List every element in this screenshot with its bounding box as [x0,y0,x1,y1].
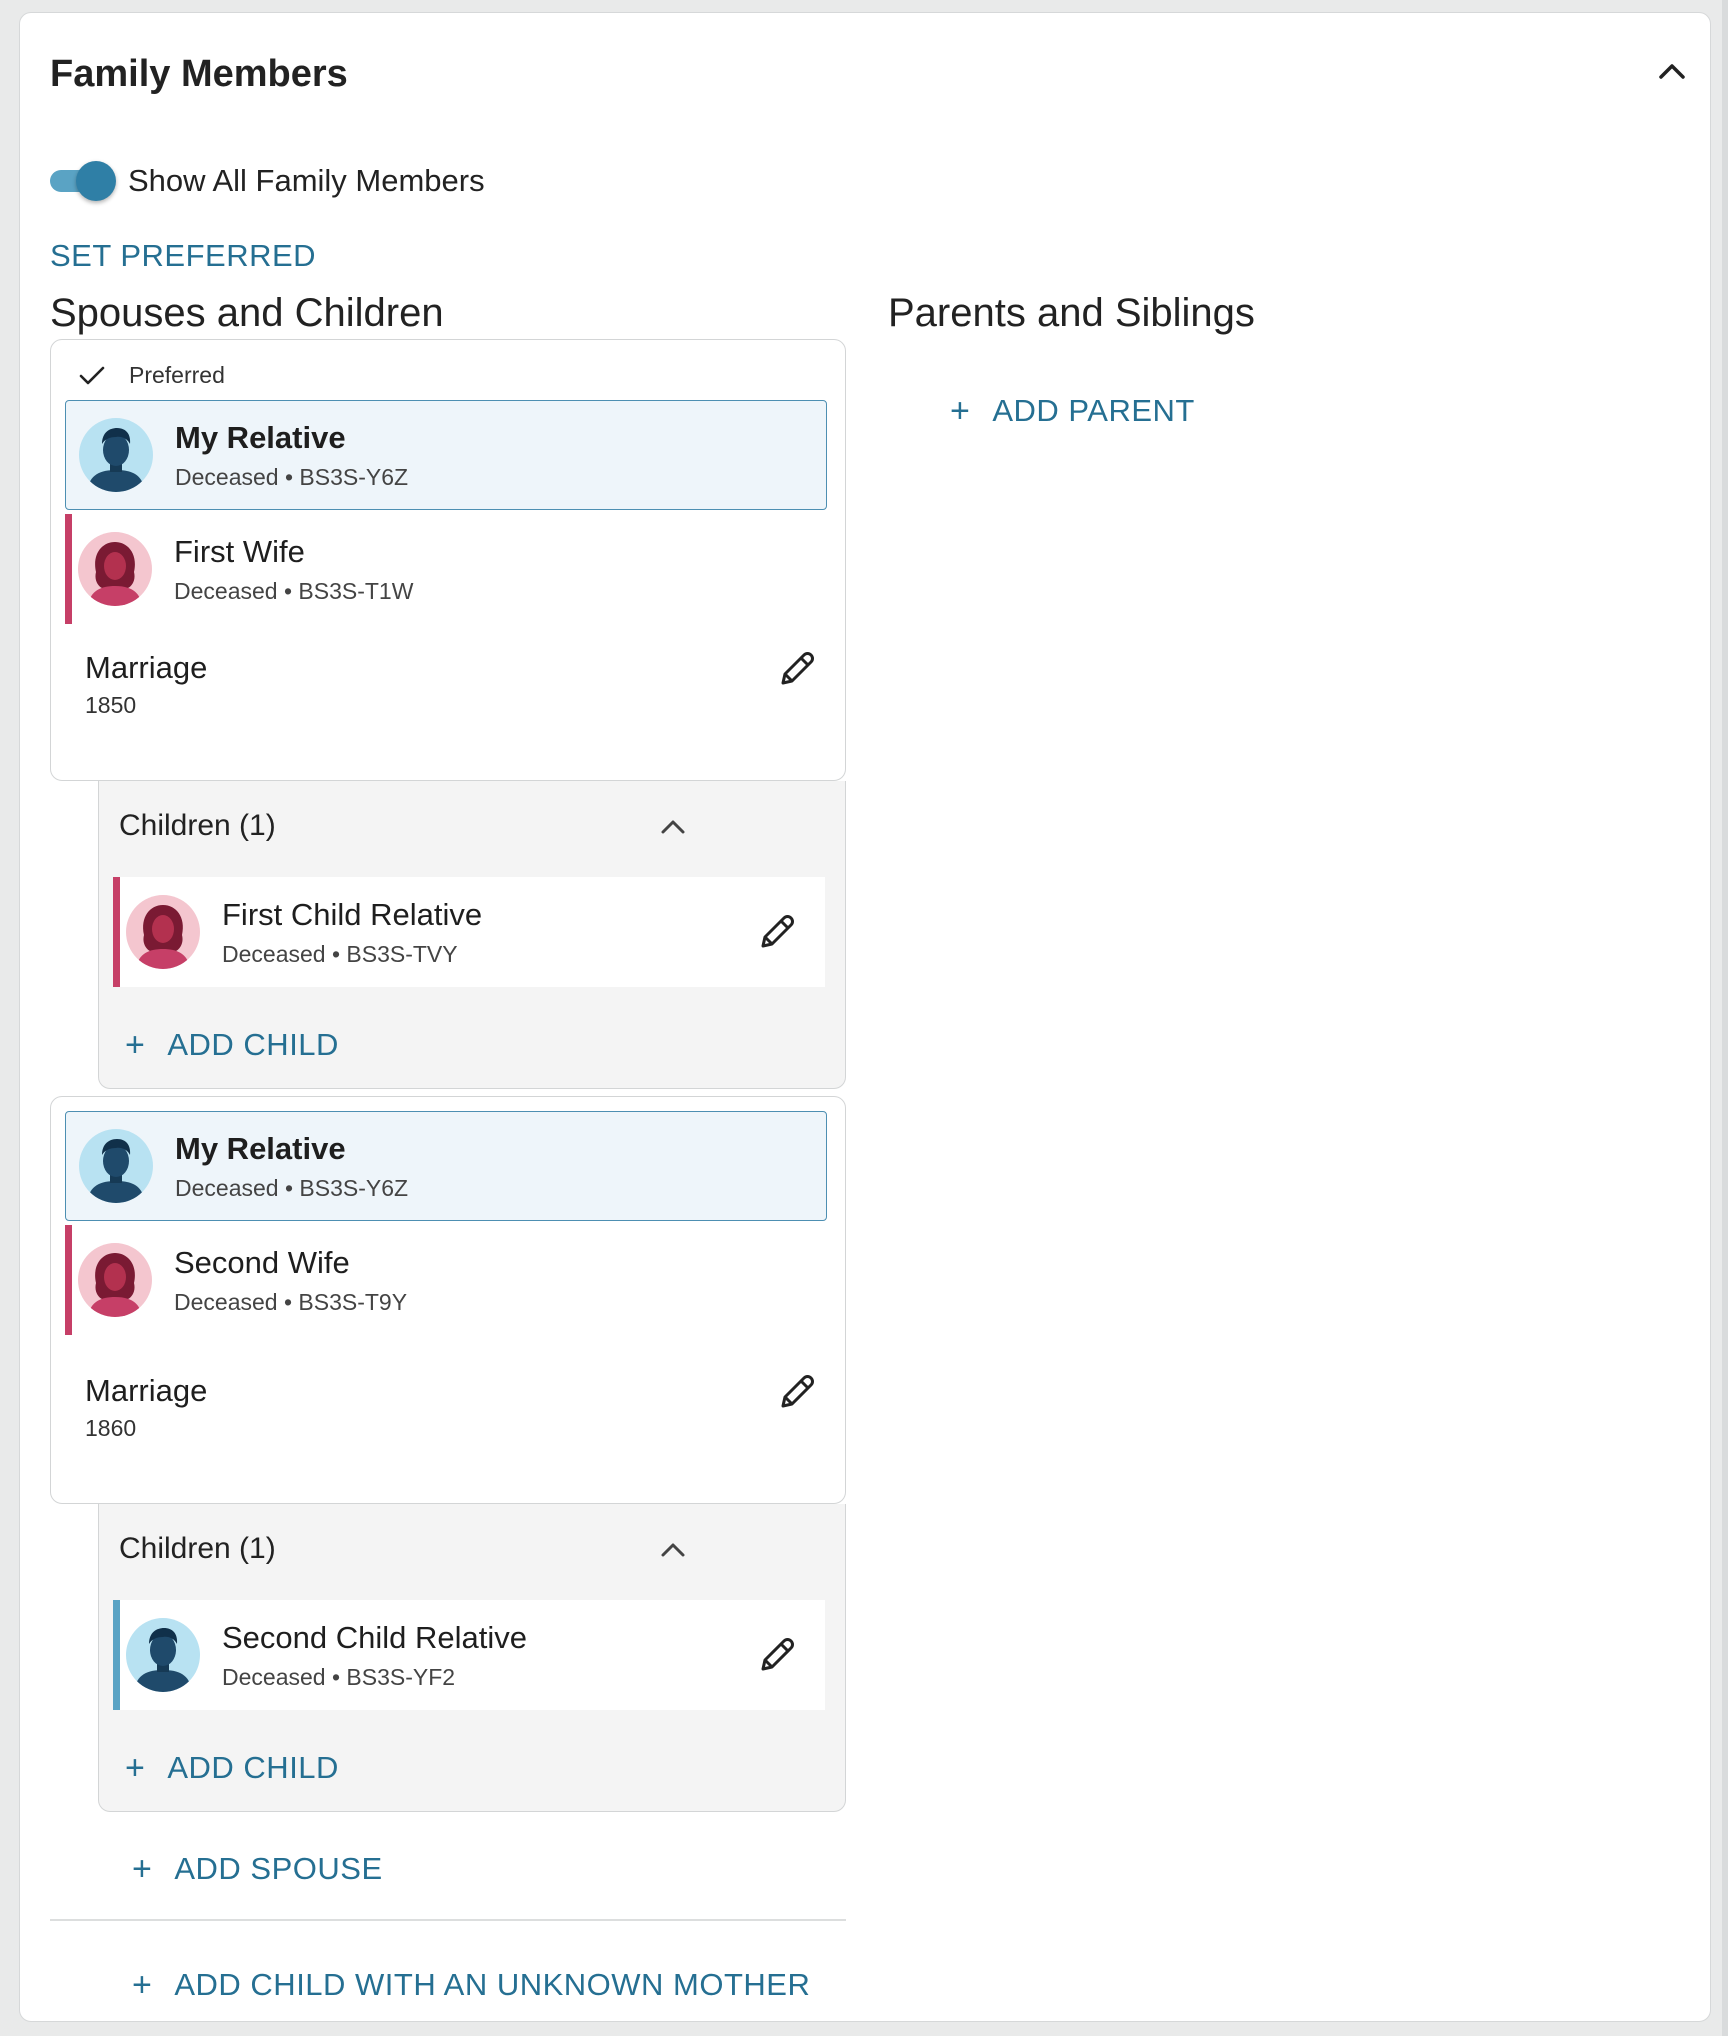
add-parent-link[interactable]: + ADD PARENT [950,393,1195,429]
toggle-label: Show All Family Members [128,163,485,198]
pencil-icon [781,652,814,685]
page-edge [1722,0,1728,2036]
plus-icon: + [125,1026,146,1064]
children-title: Children (1) [119,809,276,842]
person-name: First Child Relative [222,896,483,932]
male-bar [113,1600,120,1710]
edit-marriage-button[interactable] [773,645,821,693]
child-person[interactable]: Second Child Relative Deceased • BS3S-YF… [113,1600,825,1710]
plus-icon: + [950,392,971,430]
spouse-person[interactable]: First Wife Deceased • BS3S-T1W [65,514,827,624]
pencil-icon [761,1638,794,1671]
chevron-up-icon [661,1543,685,1557]
edit-child-button[interactable] [753,1631,801,1679]
family-card: My Relative Deceased • BS3S-Y6Z Second W… [50,1096,846,1504]
set-preferred-link[interactable]: SET PREFERRED [50,238,316,274]
person-name: First Wife [174,533,305,569]
collapse-children-button[interactable] [651,805,695,849]
person-meta: Deceased • BS3S-YF2 [222,1663,456,1690]
add-child-label: ADD CHILD [167,1750,339,1785]
plus-icon: + [132,1966,153,2004]
pencil-icon [761,915,794,948]
female-avatar-icon [126,895,200,969]
edit-child-button[interactable] [753,908,801,956]
parents-siblings-heading: Parents and Siblings [888,291,1255,335]
female-bar [65,1225,72,1335]
marriage-year: 1860 [85,1415,137,1441]
add-child-link[interactable]: + ADD CHILD [125,1027,339,1063]
female-avatar-icon [78,1243,152,1317]
chevron-up-icon [1659,64,1685,79]
female-bar [65,514,72,624]
children-section: Children (1) Second Child Relative Decea… [98,1504,846,1812]
panel-title: Family Members [50,53,348,95]
family-members-panel: Family Members Show All Family Members S… [19,12,1711,2022]
collapse-panel-button[interactable] [1650,49,1694,93]
marriage-year: 1850 [85,692,137,718]
show-all-toggle-row: Show All Family Members [50,161,485,201]
add-child-unknown-mother-label: ADD CHILD WITH AN UNKNOWN MOTHER [174,1967,811,2002]
focus-person[interactable]: My Relative Deceased • BS3S-Y6Z [65,400,827,510]
add-spouse-link[interactable]: + ADD SPOUSE [132,1851,383,1887]
person-meta: Deceased • BS3S-TVY [222,940,458,967]
children-title: Children (1) [119,1532,276,1565]
person-meta: Deceased • BS3S-Y6Z [175,1174,409,1201]
collapse-children-button[interactable] [651,1528,695,1572]
focus-person[interactable]: My Relative Deceased • BS3S-Y6Z [65,1111,827,1221]
edit-marriage-button[interactable] [773,1368,821,1416]
divider [50,1919,846,1921]
preferred-indicator: Preferred [79,362,225,389]
spouses-children-heading: Spouses and Children [50,291,444,335]
marriage-label: Marriage [85,1373,208,1408]
add-child-link[interactable]: + ADD CHILD [125,1750,339,1786]
plus-icon: + [125,1749,146,1787]
male-avatar-icon [79,1129,153,1203]
female-avatar-icon [78,532,152,606]
child-person[interactable]: First Child Relative Deceased • BS3S-TVY [113,877,825,987]
person-name: My Relative [175,419,346,455]
marriage-label: Marriage [85,650,208,685]
check-icon [79,366,105,384]
spouse-person[interactable]: Second Wife Deceased • BS3S-T9Y [65,1225,827,1335]
person-name: Second Child Relative [222,1619,528,1655]
add-child-label: ADD CHILD [167,1027,339,1062]
add-spouse-label: ADD SPOUSE [174,1851,383,1886]
person-name: Second Wife [174,1244,350,1280]
person-meta: Deceased • BS3S-T9Y [174,1288,408,1315]
pencil-icon [781,1375,814,1408]
plus-icon: + [132,1850,153,1888]
add-child-unknown-mother-link[interactable]: + ADD CHILD WITH AN UNKNOWN MOTHER [132,1967,810,2003]
show-all-toggle[interactable] [50,161,116,201]
family-card: Preferred My Relative Deceased • BS3S-Y6… [50,339,846,781]
person-name: My Relative [175,1130,346,1166]
person-meta: Deceased • BS3S-Y6Z [175,463,409,490]
chevron-up-icon [661,820,685,834]
male-avatar-icon [126,1618,200,1692]
male-avatar-icon [79,418,153,492]
toggle-knob [76,161,116,201]
add-parent-label: ADD PARENT [992,393,1195,428]
preferred-label: Preferred [129,362,225,388]
children-section: Children (1) First Child Relative Deceas… [98,781,846,1089]
female-bar [113,877,120,987]
person-meta: Deceased • BS3S-T1W [174,577,414,604]
